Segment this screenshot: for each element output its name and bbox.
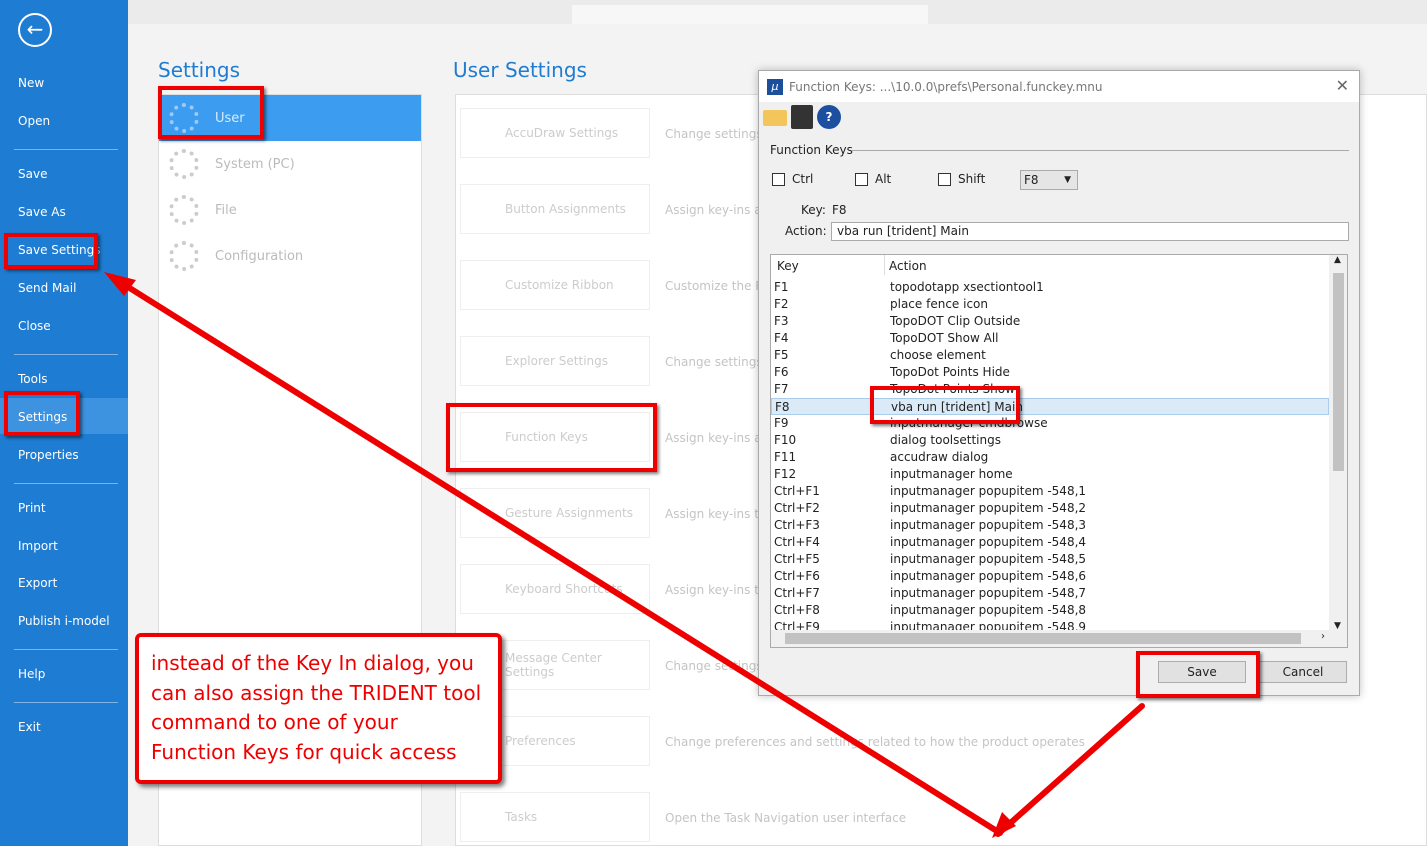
arrowhead	[992, 812, 1016, 838]
arrow-line	[995, 703, 1145, 837]
annotation-callout: instead of the Key In dialog, you can al…	[135, 633, 502, 784]
